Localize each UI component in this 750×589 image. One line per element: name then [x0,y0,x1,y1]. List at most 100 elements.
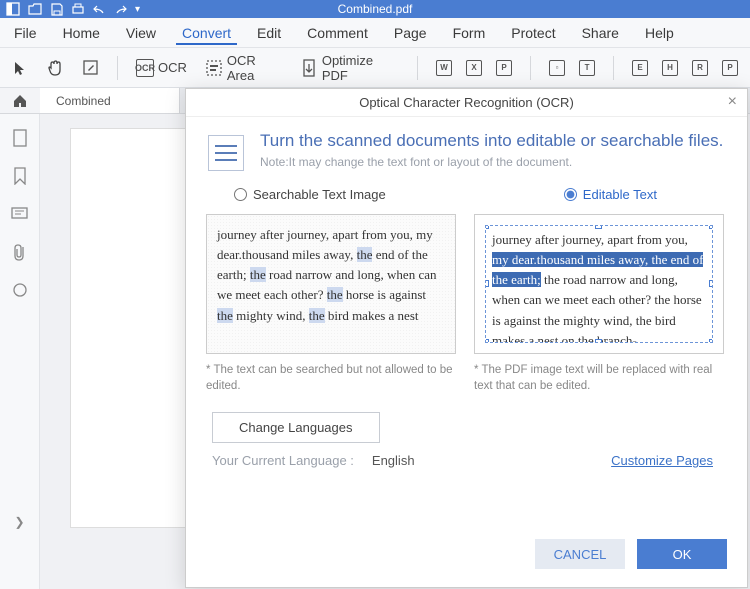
left-sidebar: ❯ [0,114,40,589]
app-logo-icon [6,2,20,16]
undo-icon[interactable] [93,4,106,15]
menu-view[interactable]: View [120,21,162,45]
word-icon: W [436,60,452,76]
menu-share[interactable]: Share [576,21,625,45]
html-icon: H [662,60,678,76]
text-icon: T [579,60,595,76]
ocr-hero-icon [208,135,244,171]
attachments-icon[interactable] [10,242,30,262]
menu-page[interactable]: Page [388,21,433,45]
to-text-button[interactable]: T [575,56,599,80]
convert-format-group-3: E H R P [628,56,742,80]
dialog-title: Optical Character Recognition (OCR) [359,95,574,110]
ocr-area-icon [205,59,223,77]
save-icon[interactable] [50,3,63,16]
search-panel-icon[interactable] [10,280,30,300]
convert-format-group-2: ▫ T [545,56,599,80]
separator [613,56,614,80]
tab-combined[interactable]: Combined [40,88,180,113]
radio-searchable[interactable] [234,188,247,201]
tool-ocr[interactable]: OCR OCR [132,55,191,81]
comments-icon[interactable] [10,204,30,224]
menu-home[interactable]: Home [57,21,106,45]
home-icon [12,94,28,108]
language-row: Change Languages [186,394,747,449]
cancel-button[interactable]: CANCEL [535,539,625,569]
home-tab[interactable] [0,88,40,113]
resize-handle [595,339,602,343]
sample-text: journey after journey, apart from you, [492,232,688,247]
menu-edit[interactable]: Edit [251,21,287,45]
menu-form[interactable]: Form [447,21,492,45]
sidebar-expand[interactable]: ❯ [14,515,24,529]
toolbar: OCR OCR OCR Area Optimize PDF W X P ▫ T … [0,48,750,88]
menu-help[interactable]: Help [639,21,680,45]
resize-handle [709,339,713,343]
tool-optimize-pdf[interactable]: Optimize PDF [297,49,404,87]
menu-bar: File Home View Convert Edit Comment Page… [0,18,750,48]
to-image-button[interactable]: ▫ [545,56,569,80]
ocr-area-label: OCR Area [227,53,283,83]
dialog-headline: Turn the scanned documents into editable… [260,131,723,151]
resize-handle [709,225,713,229]
tool-hand[interactable] [42,55,68,81]
to-ppt-button[interactable]: P [492,56,516,80]
tool-ocr-area[interactable]: OCR Area [201,49,287,87]
to-word-button[interactable]: W [432,56,456,80]
ok-button[interactable]: OK [637,539,727,569]
ocr-icon: OCR [136,59,154,77]
preview-searchable: journey after journey, apart from you, m… [206,214,456,354]
sample-text: mighty wind, [233,308,309,323]
radio-editable[interactable] [564,188,577,201]
highlighted-the: the [357,247,373,262]
redo-icon[interactable] [114,4,127,15]
ppt-icon: P [496,60,512,76]
menu-comment[interactable]: Comment [301,21,374,45]
dialog-buttons: CANCEL OK [186,525,747,587]
convert-format-group-1: W X P [432,56,516,80]
dialog-note: Note:It may change the text font or layo… [260,155,723,169]
menu-file[interactable]: File [8,21,43,45]
to-epub-button[interactable]: E [628,56,652,80]
sample-text: horse is against [343,287,426,302]
resize-handle [709,280,713,287]
page-preview [70,128,190,528]
thumbnails-icon[interactable] [10,128,30,148]
highlighted-the: the [327,287,343,302]
option-searchable[interactable]: Searchable Text Image [234,187,386,202]
optimize-label: Optimize PDF [322,53,399,83]
to-rtf-button[interactable]: R [688,56,712,80]
qat-dropdown-icon[interactable]: ▾ [135,4,140,15]
ocr-dialog: Optical Character Recognition (OCR) × Tu… [185,88,748,588]
to-excel-button[interactable]: X [462,56,486,80]
language-info: Your Current Language : English Customiz… [186,449,747,472]
bookmarks-icon[interactable] [10,166,30,186]
open-file-icon[interactable] [28,3,42,15]
dialog-titlebar: Optical Character Recognition (OCR) × [186,89,747,117]
to-html-button[interactable]: H [658,56,682,80]
to-pdfa-button[interactable]: P [718,56,742,80]
image-icon: ▫ [549,60,565,76]
optimize-icon [301,59,318,77]
preview-right-note: * The PDF image text will be replaced wi… [474,362,724,394]
window-title: Combined.pdf [338,2,413,16]
separator [530,56,531,80]
print-icon[interactable] [71,3,85,16]
menu-protect[interactable]: Protect [505,21,561,45]
option-editable[interactable]: Editable Text [564,187,657,202]
sample-text: bird makes a nest [325,308,419,323]
customize-pages-link[interactable]: Customize Pages [611,453,713,468]
resize-handle [485,225,489,229]
change-languages-button[interactable]: Change Languages [212,412,380,443]
tool-edit-box[interactable] [78,55,103,80]
dialog-hero: Turn the scanned documents into editable… [186,117,747,181]
highlighted-the: the [217,308,233,323]
menu-convert[interactable]: Convert [176,21,237,45]
pdfa-icon: P [722,60,738,76]
highlighted-the: the [309,308,325,323]
dialog-close-button[interactable]: × [728,93,737,111]
language-label: Your Current Language : [212,453,354,468]
ocr-mode-options: Searchable Text Image Editable Text [186,181,747,214]
tool-select-arrow[interactable] [8,56,32,80]
language-value: English [372,453,415,468]
